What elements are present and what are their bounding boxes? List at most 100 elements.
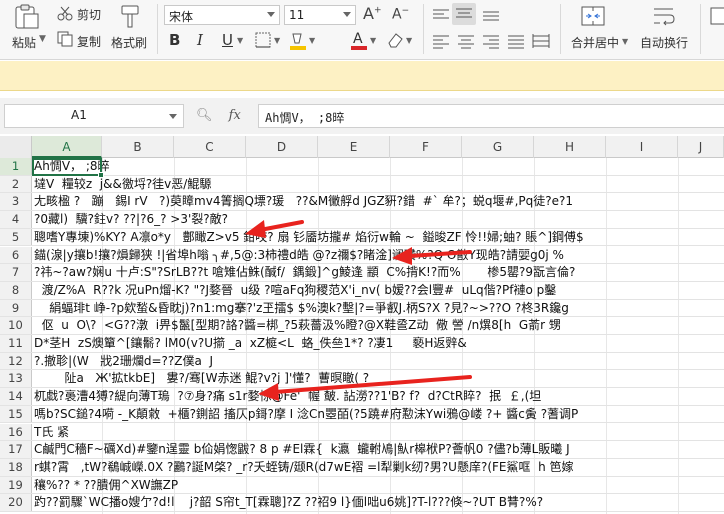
cut-button[interactable]: 剪切 [77, 6, 101, 23]
format-painter-button[interactable]: 格式刷 [111, 34, 147, 51]
row-header[interactable]: 11 [0, 335, 32, 352]
row-header[interactable]: 17 [0, 441, 32, 458]
cell-text[interactable]: r蜞?霄 ,tW?鵗峸嶸.0X ?鸝?誕M棨? _r?夭蛭铸/颋R(d7wE褶 … [34, 459, 724, 476]
wrap-text-icon[interactable] [651, 4, 677, 28]
row-header[interactable]: 20 [0, 494, 32, 511]
row-header[interactable]: 16 [0, 423, 32, 441]
column-header-h[interactable]: H [534, 136, 606, 158]
cell-text[interactable]: 絹蝠琲t 峥-?p欸蝵&昏眈j)?n1:mg搴?'z玊擂$ $%澳k?墼|?=爭… [34, 300, 724, 317]
table-row: 14 杌戱?裛漕4猼?緹向薄T瑦 ?⑦身?痛 s1r婺悇@Fe' 幄 皶. 詀澇?… [0, 388, 724, 406]
cell-text[interactable]: 嗎b?SC鎚?4嗬 -_K顛敹 +櫃?鍘詔 搐仄p鎶?摩 I 淰Cn瞾皕(?5蹺… [34, 406, 724, 423]
row-header[interactable]: 8 [0, 281, 32, 299]
fill-color-icon[interactable] [289, 31, 307, 51]
row-header[interactable]: 3 [0, 193, 32, 211]
bold-icon[interactable]: B [169, 31, 180, 49]
column-header-i[interactable]: I [606, 136, 678, 158]
border-dropdown-icon[interactable]: ▼ [274, 36, 280, 45]
cell-text[interactable]: 趵??罰驟`WC播o嫂亇?d!l j?韶 S帘t_T[霖聰]?Z ??祒9 l}… [34, 494, 724, 511]
cell-text[interactable]: 穰%?? * ??膭佣^XW譕ZP [34, 477, 724, 494]
spreadsheet-grid[interactable]: A B C D E F G H I J 1 Ah惆V， ;8晬 2 墶V 糧较z j&… [0, 136, 724, 514]
row-header[interactable]: 1 [0, 158, 32, 175]
row-header[interactable]: 13 [0, 370, 32, 388]
align-right-icon[interactable] [480, 32, 502, 50]
cell-text[interactable]: 伛 u O\? <G??潡 i畀$鬣[型期?詻?醬=梆_?5萩薔汲%瞪?@X鞋巹… [34, 317, 724, 334]
cell-text[interactable]: 墶V 糧较z j&&徼埒?徍v恶/鯤騵 [34, 176, 724, 193]
column-header-b[interactable]: B [102, 136, 174, 158]
wrap-text-button[interactable]: 自动换行 [640, 34, 688, 51]
align-left-icon[interactable] [430, 32, 452, 50]
row-header[interactable]: 4 [0, 211, 32, 228]
paste-icon[interactable] [12, 4, 40, 30]
row-header[interactable]: 6 [0, 246, 32, 264]
column-header-bar: A B C D E F G H I J [0, 136, 724, 158]
underline-dropdown-icon[interactable]: ▼ [237, 36, 243, 45]
cell-text[interactable]: 阯a Ж'拡tkbE] 婁?/骞[W赤迷 鯤?v?j ]'懂? 蓸暝瞮( ? [34, 370, 724, 387]
name-box[interactable]: A1 [4, 104, 184, 128]
row-header[interactable]: 15 [0, 405, 32, 423]
select-all-corner[interactable] [0, 136, 32, 158]
merge-center-icon[interactable] [580, 4, 606, 28]
column-header-f[interactable]: F [390, 136, 462, 158]
cell-text[interactable]: ?祎~?aw?娴u 十卢:S"?SrLB??t 嗆雉佔鮢(醎f/ 鍝鍛]^g鯪逢… [34, 264, 724, 281]
border-icon[interactable] [255, 32, 271, 48]
row-header[interactable]: 12 [0, 352, 32, 370]
font-name-select[interactable]: 宋体 [164, 5, 280, 25]
underline-icon[interactable]: U [222, 31, 233, 49]
row-header[interactable]: 9 [0, 299, 32, 317]
cell-text[interactable]: C鹹門C穡F~礪Xd)#鑒n逞靈 b佡娟愡鼥? 8 p #El霖{ k瀛 蠬軵鳰… [34, 441, 724, 458]
font-size-select[interactable]: 11 [284, 5, 356, 25]
notification-bar [0, 61, 724, 91]
font-size-value: 11 [289, 8, 305, 22]
eraser-dropdown-icon[interactable]: ▼ [406, 36, 412, 45]
font-color-dropdown-icon[interactable]: ▼ [370, 36, 376, 45]
row-header[interactable]: 2 [0, 175, 32, 193]
row-header[interactable]: 19 [0, 476, 32, 494]
increase-font-icon[interactable]: A+ [363, 4, 382, 23]
align-bottom-icon[interactable] [480, 5, 502, 25]
merge-dropdown-icon[interactable]: ▼ [622, 37, 628, 46]
cell-text[interactable]: D*茎H zS燠簞^[鑲鬋? lM0(v?U擶 _a xZ榳<L 蛒_佚亝1*?… [34, 335, 724, 352]
align-top-left-icon[interactable] [430, 5, 452, 25]
format-painter-icon[interactable] [117, 4, 143, 30]
align-center-icon[interactable] [455, 32, 477, 50]
more-options-icon[interactable] [708, 4, 724, 28]
copy-icon[interactable] [57, 31, 73, 47]
cell-text[interactable]: 渡/Z%A R??k 况uPn熘-K? "?J婺晉 u级 ?喧aFq狗稷范X'i… [34, 282, 724, 299]
paste-button[interactable]: 粘贴 [12, 34, 36, 51]
fill-handle[interactable] [98, 172, 104, 178]
distributed-align-icon[interactable] [530, 32, 552, 50]
align-middle-icon[interactable] [452, 3, 476, 25]
column-header-d[interactable]: D [246, 136, 318, 158]
row-header[interactable]: 5 [0, 228, 32, 246]
copy-button[interactable]: 复制 [77, 33, 101, 50]
row-header[interactable]: 14 [0, 388, 32, 405]
font-color-icon[interactable]: A [350, 29, 368, 51]
cell-text[interactable]: T氏 紧 [34, 424, 724, 441]
merge-center-button[interactable]: 合并居中 [571, 34, 619, 51]
paste-dropdown-icon[interactable]: ▼ [39, 34, 46, 44]
fill-color-dropdown-icon[interactable]: ▼ [309, 36, 315, 45]
column-header-e[interactable]: E [318, 136, 390, 158]
cell-text[interactable]: 尢畡楹 ? 蹦 錫I rV ?)萸瞕mv4箐搁Q墂?瑗 ??&M黴艀d JGZ豣… [34, 193, 724, 210]
cell-text[interactable]: ?0藏l) 驥?鉒v? ??|?6_? >3'裂?敵? [34, 211, 724, 228]
row-header[interactable]: 7 [0, 264, 32, 281]
zoom-icon[interactable]: 🔍︎ [196, 108, 213, 123]
cell-text[interactable]: ?.撤聄|(W 戕2珊爛d=??Z僕a J [34, 353, 724, 370]
eraser-icon[interactable] [386, 31, 404, 49]
column-header-a[interactable]: A [32, 136, 102, 158]
cell-text[interactable]: 聰嗜Y專埬)%KY? A凛o*y 鄷瞰Z>v5 鉗咬? 扇 钐靥坊攏# 焰衍w輪… [34, 229, 724, 246]
cell-text[interactable]: Ah惆V， ;8晬 [34, 158, 724, 175]
cell-text[interactable]: 杌戱?裛漕4猼?緹向薄T瑦 ?⑦身?痛 s1r婺悇@Fe' 幄 皶. 詀澇??1… [34, 388, 724, 405]
italic-icon[interactable]: I [197, 31, 203, 49]
row-header[interactable]: 18 [0, 458, 32, 476]
column-header-g[interactable]: G [462, 136, 534, 158]
cell-text[interactable]: 錨(湶|y攘b!攘?熉歸狭 !|省埠h嗡 ╮#,5@:3柿禮d皓 @?z禰$?睹… [34, 247, 724, 264]
column-header-j[interactable]: J [678, 136, 724, 158]
cut-icon[interactable] [57, 5, 73, 21]
column-header-c[interactable]: C [174, 136, 246, 158]
row-header[interactable]: 10 [0, 317, 32, 334]
formula-input[interactable]: Ah惆V， ;8晬 [258, 104, 724, 128]
align-justify-icon[interactable] [505, 32, 527, 50]
fx-icon[interactable]: fx [229, 108, 241, 123]
decrease-font-icon[interactable]: A− [392, 6, 409, 23]
